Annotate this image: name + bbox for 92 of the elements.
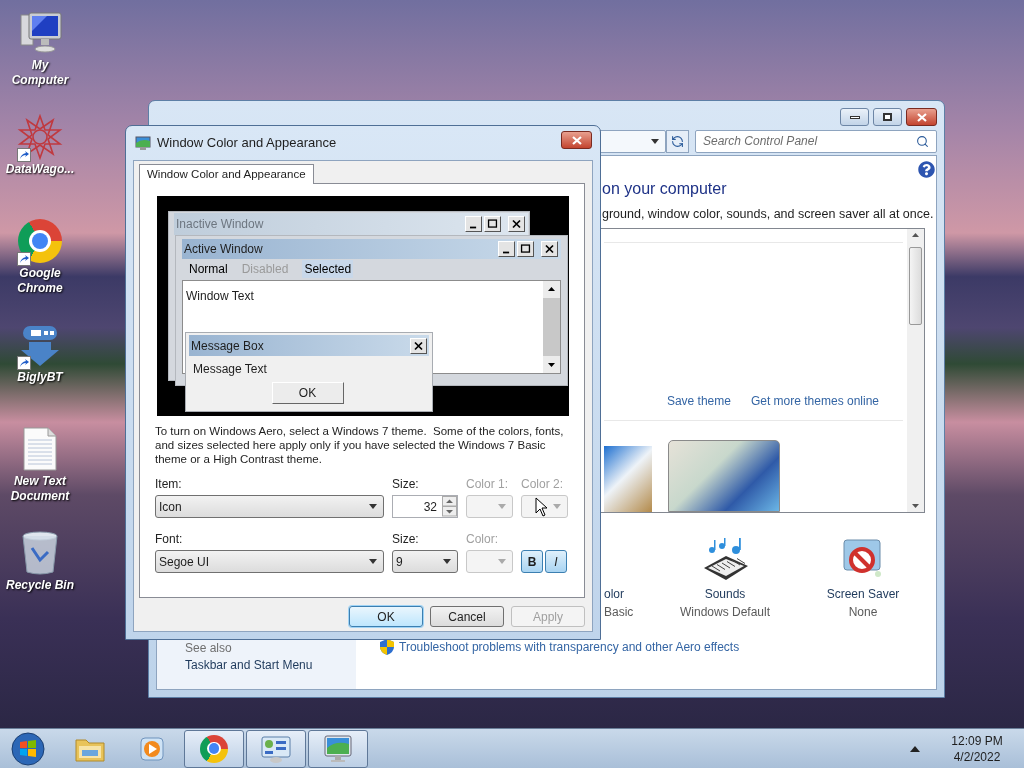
close-button[interactable] — [561, 131, 592, 149]
minimize-button[interactable] — [840, 108, 869, 126]
taskbar-button[interactable] — [246, 729, 306, 768]
field-label: Color 1: — [466, 477, 510, 492]
desktop-icon-label[interactable]: New Text Document — [5, 474, 75, 504]
maximize-icon[interactable] — [517, 241, 534, 257]
ok-button[interactable]: OK — [271, 382, 344, 404]
close-icon[interactable] — [410, 337, 427, 354]
field-label: Font: — [155, 532, 184, 547]
field-label: Color: — [466, 532, 499, 547]
caret-up-icon[interactable] — [910, 745, 920, 752]
windows-logo-icon[interactable] — [11, 731, 45, 766]
caret-icon — [498, 559, 506, 564]
desktop-icon-label[interactable]: My Computer — [5, 58, 75, 88]
round-logo-icon — [18, 219, 62, 263]
info-text: To turn on Windows Aero, select a Windows 7 theme. Some of the colors, fonts, and sizes selected here apply only if you have selected the Windows 7 Basic theme or a High Contrast theme. — [155, 424, 565, 466]
taskbar-button[interactable] — [308, 729, 368, 768]
refresh-button[interactable] — [666, 129, 689, 153]
personalize-item-label[interactable]: olor — [604, 585, 624, 603]
close-icon[interactable] — [508, 216, 525, 232]
maximize-icon[interactable] — [484, 216, 501, 232]
scroll-bar[interactable] — [543, 281, 560, 373]
personalize-item-value: None — [848, 604, 878, 621]
message-text: Message Text — [192, 361, 268, 378]
monitor-icon — [135, 135, 151, 151]
round-logo-icon — [200, 734, 228, 763]
window-title: Message Box — [191, 337, 265, 355]
desktop-icon-label[interactable]: BiglyBT — [5, 370, 75, 385]
theme-link[interactable]: Get more themes online — [750, 392, 879, 410]
minimize-icon[interactable] — [498, 241, 515, 257]
window-text: Window Text — [186, 289, 254, 303]
dropdown[interactable]: Segoe UI — [155, 550, 384, 573]
close-icon[interactable] — [541, 241, 558, 257]
caret-icon — [651, 138, 659, 144]
help-icon[interactable] — [918, 161, 935, 178]
personalize-item-label[interactable]: Screen Saver — [826, 585, 900, 603]
caret-icon — [443, 559, 451, 564]
search-icon[interactable] — [916, 134, 929, 148]
search-field[interactable]: Search Control Panel — [695, 129, 937, 153]
field-label: Size: — [392, 477, 420, 492]
field-label: Size: — [392, 532, 420, 547]
shield-icon — [380, 639, 394, 655]
desktop-icon-label[interactable]: Google Chrome — [5, 266, 75, 296]
personalize-item-value: Windows Default — [679, 604, 770, 621]
minimize-icon[interactable] — [465, 216, 482, 232]
theme-link[interactable]: Save theme — [666, 392, 731, 410]
menu-item[interactable]: Normal — [189, 260, 228, 278]
star-pattern-icon — [17, 114, 63, 160]
personalize-item-value: Basic — [604, 604, 634, 621]
scroll-bar[interactable] — [907, 229, 924, 512]
dialog-title: Window Color and Appearance — [157, 134, 337, 153]
personalize-item-label[interactable]: Sounds — [704, 585, 746, 603]
refresh-icon[interactable] — [671, 134, 684, 148]
play-icon — [138, 734, 166, 763]
maximize-button[interactable] — [873, 108, 902, 126]
text-document-icon — [22, 426, 58, 472]
dropdown[interactable]: 9 — [392, 550, 458, 573]
caret-icon — [498, 504, 506, 509]
font-style-button[interactable]: I — [545, 550, 567, 573]
font-style-button[interactable]: B — [521, 550, 543, 573]
window-title: Inactive Window — [176, 216, 265, 233]
clock-date: 4/2/2022 — [953, 748, 1001, 765]
taskbar-button[interactable] — [184, 729, 244, 768]
page-heading: on your computer — [601, 179, 728, 199]
dropdown[interactable]: Icon — [155, 495, 384, 518]
spinner-field[interactable]: 32 — [392, 495, 458, 518]
clock[interactable]: 12:09 PM 4/2/2022 — [940, 732, 1014, 765]
window-title: Active Window — [184, 241, 264, 258]
caret-icon — [369, 559, 377, 564]
troubleshoot-link[interactable]: Troubleshoot problems with transparency and other Aero effects — [399, 638, 740, 656]
theme-preview-image[interactable] — [604, 446, 652, 512]
field-label: Item: — [155, 477, 183, 492]
caret-icon — [553, 504, 561, 509]
field-label: Color 2: — [521, 477, 565, 492]
monitor-icon — [322, 733, 354, 764]
dialog-button[interactable]: Cancel — [430, 606, 504, 627]
spin-arrows-icon[interactable] — [442, 496, 457, 517]
page-description: ground, window color, sounds, and screen saver all at once. — [601, 206, 935, 222]
sidebar-link[interactable]: Taskbar and Start Menu — [185, 658, 356, 672]
desktop-icon-label[interactable]: Recycle Bin — [5, 578, 75, 593]
theme-preview-image[interactable] — [668, 440, 780, 512]
mouse-pointer-icon — [535, 497, 548, 517]
tab[interactable]: Window Color and Appearance — [139, 164, 314, 184]
caret-icon — [369, 504, 377, 509]
computer-icon — [17, 11, 63, 55]
see-also-heading: See also — [185, 641, 233, 655]
clock-time: 12:09 PM — [951, 732, 1003, 749]
menu-item[interactable]: Selected — [302, 260, 354, 278]
close-button[interactable] — [906, 108, 937, 126]
control-panel-icon — [260, 733, 292, 764]
dialog-button[interactable]: OK — [349, 606, 423, 627]
recycle-bin-icon — [20, 530, 60, 576]
